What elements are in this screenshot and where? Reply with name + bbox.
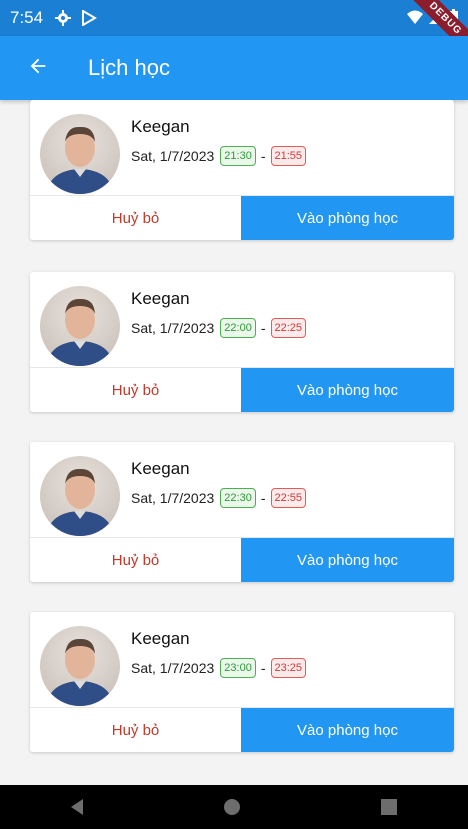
join-classroom-button[interactable]: Vào phòng học: [241, 368, 454, 412]
lesson-card: Keegan Sat, 1/7/2023 22:00 - 22:25 Huỷ b…: [30, 272, 454, 412]
wifi-icon: [407, 9, 423, 30]
tutor-name: Keegan: [131, 459, 190, 478]
nav-recents-icon[interactable]: [381, 799, 398, 815]
end-time-chip: 23:25: [270, 658, 307, 678]
end-time-chip: 21:55: [270, 146, 307, 166]
cancel-button[interactable]: Huỷ bỏ: [30, 708, 241, 752]
tutor-name: Keegan: [131, 629, 190, 648]
lesson-schedule: Sat, 1/7/2023 23:00 - 23:25: [131, 658, 307, 678]
time-separator: -: [260, 320, 266, 336]
app-bar: Lịch học: [0, 36, 468, 100]
tutor-name: Keegan: [131, 289, 190, 308]
lesson-actions: Huỷ bỏ Vào phòng học: [30, 707, 454, 752]
lesson-actions: Huỷ bỏ Vào phòng học: [30, 537, 454, 582]
cancel-button[interactable]: Huỷ bỏ: [30, 368, 241, 412]
tutor-avatar: [40, 456, 120, 536]
start-time-chip: 22:00: [220, 318, 256, 338]
tutor-avatar: [40, 626, 120, 706]
lesson-card: Keegan Sat, 1/7/2023 22:30 - 22:55 Huỷ b…: [30, 442, 454, 582]
app-screen: 7:54 DEBUG Lịch học Keegan Sat, 1/7/2023…: [0, 0, 468, 829]
cancel-button[interactable]: Huỷ bỏ: [30, 196, 241, 240]
nav-home-icon[interactable]: [223, 799, 240, 815]
lesson-actions: Huỷ bỏ Vào phòng học: [30, 367, 454, 412]
time-separator: -: [260, 148, 266, 164]
tutor-avatar: [40, 114, 120, 194]
lesson-date: Sat, 1/7/2023: [131, 320, 215, 336]
lesson-date: Sat, 1/7/2023: [131, 490, 215, 506]
start-time-chip: 22:30: [220, 488, 256, 508]
tutor-name: Keegan: [131, 117, 190, 136]
status-time: 7:54: [10, 8, 44, 27]
lesson-card: Keegan Sat, 1/7/2023 23:00 - 23:25 Huỷ b…: [30, 612, 454, 752]
system-nav-bar: [0, 785, 468, 829]
lesson-actions: Huỷ bỏ Vào phòng học: [30, 195, 454, 240]
page-title: Lịch học: [88, 55, 170, 80]
lesson-date: Sat, 1/7/2023: [131, 660, 215, 676]
lesson-schedule: Sat, 1/7/2023 22:00 - 22:25: [131, 318, 307, 338]
lesson-schedule: Sat, 1/7/2023 21:30 - 21:55: [131, 146, 307, 166]
start-time-chip: 23:00: [220, 658, 256, 678]
arrow-back-icon: [27, 55, 49, 82]
lesson-date: Sat, 1/7/2023: [131, 148, 215, 164]
lesson-card: Keegan Sat, 1/7/2023 21:30 - 21:55 Huỷ b…: [30, 100, 454, 240]
back-button[interactable]: [10, 36, 66, 100]
cancel-button[interactable]: Huỷ bỏ: [30, 538, 241, 582]
end-time-chip: 22:55: [270, 488, 307, 508]
lesson-schedule: Sat, 1/7/2023 22:30 - 22:55: [131, 488, 307, 508]
join-classroom-button[interactable]: Vào phòng học: [241, 196, 454, 240]
start-time-chip: 21:30: [220, 146, 256, 166]
end-time-chip: 22:25: [270, 318, 307, 338]
play-protect-icon: [81, 9, 98, 27]
time-separator: -: [260, 660, 266, 676]
time-separator: -: [260, 490, 266, 506]
nav-back-icon[interactable]: [70, 799, 83, 815]
join-classroom-button[interactable]: Vào phòng học: [241, 708, 454, 752]
lesson-list[interactable]: Keegan Sat, 1/7/2023 21:30 - 21:55 Huỷ b…: [0, 100, 468, 785]
gear-icon: [55, 10, 72, 26]
tutor-avatar: [40, 286, 120, 366]
status-bar: 7:54 DEBUG: [0, 0, 468, 65]
join-classroom-button[interactable]: Vào phòng học: [241, 538, 454, 582]
